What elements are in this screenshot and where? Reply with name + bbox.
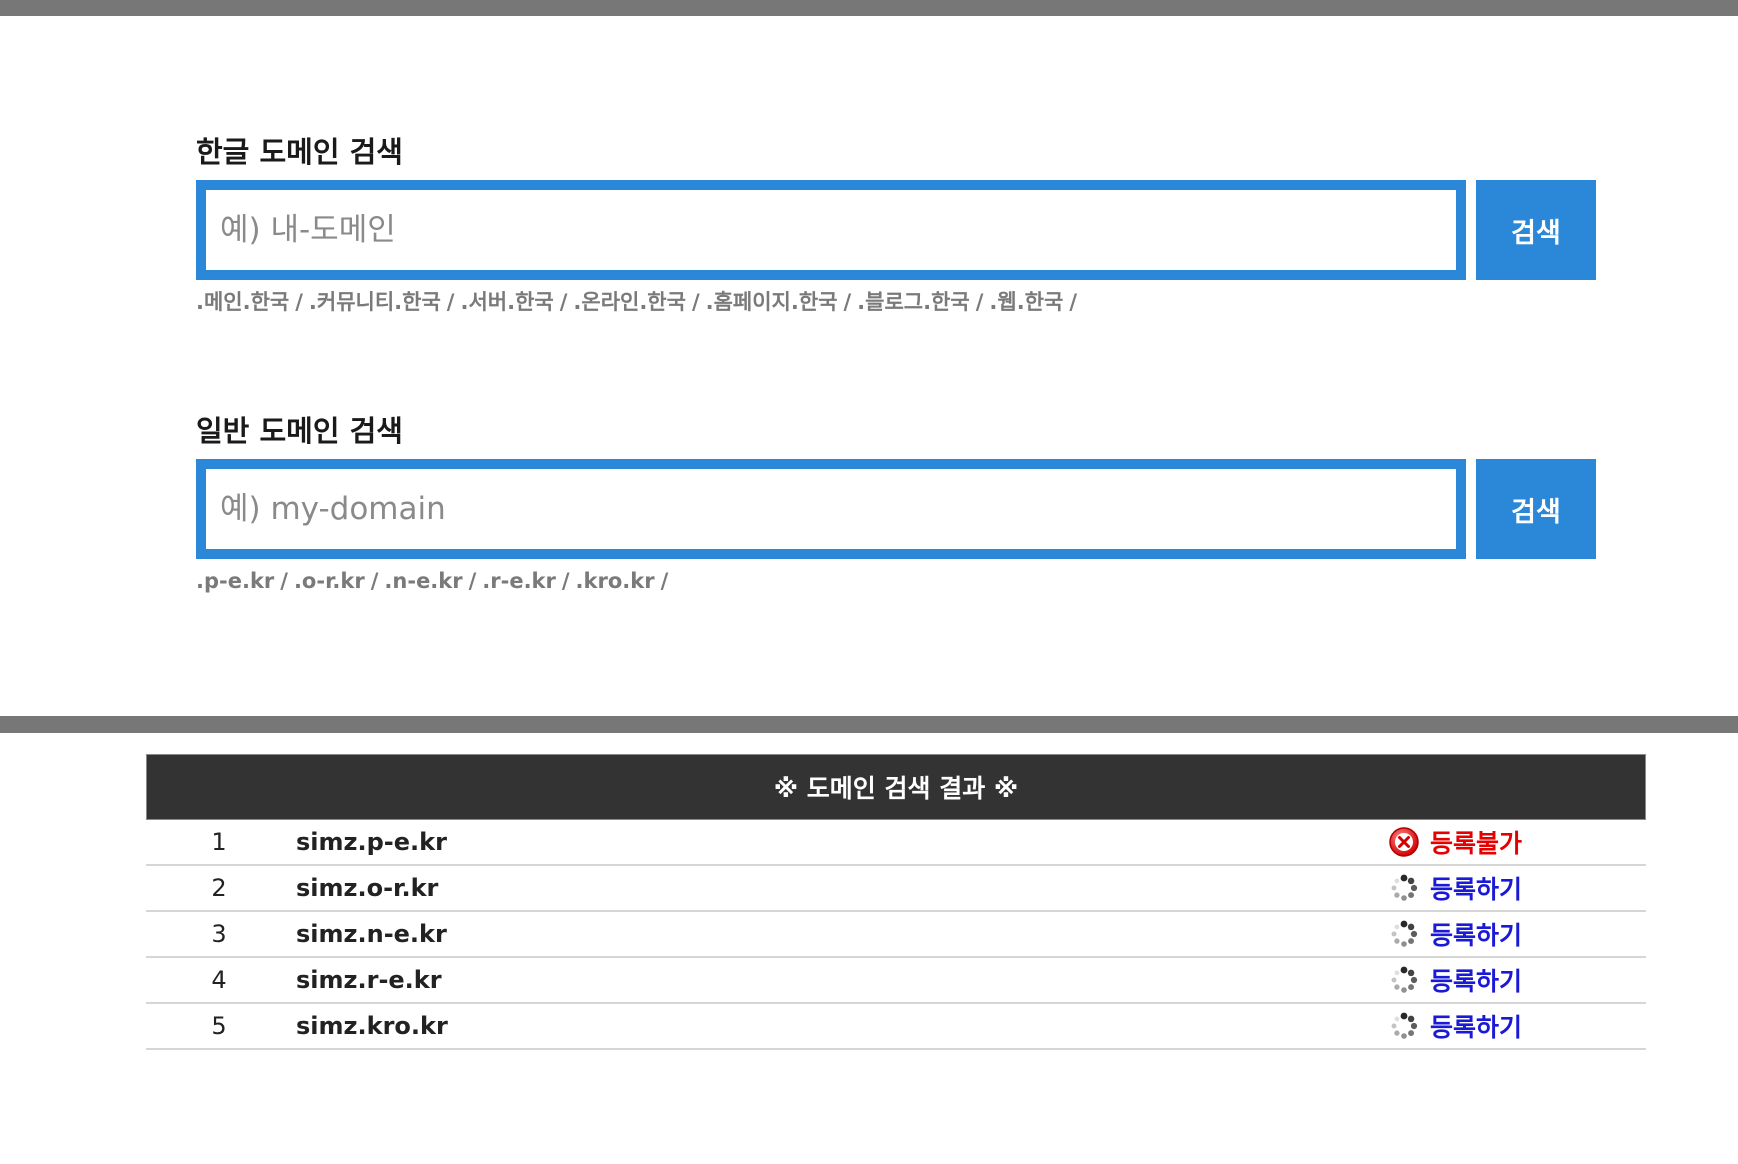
tld-link[interactable]: .n-e.kr [384, 569, 462, 593]
tld-separator: / [370, 569, 379, 593]
row-number: 1 [211, 828, 227, 856]
status-label[interactable]: 등록하기 [1430, 962, 1522, 998]
table-row: 5 simz.kro.kr 등록하기 [146, 1004, 1646, 1050]
register-link[interactable]: 등록하기 [1388, 870, 1522, 906]
tld-link[interactable]: .p-e.kr [196, 569, 274, 593]
table-row: 4 simz.r-e.kr 등록하기 [146, 958, 1646, 1004]
korean-tld-list: .메인.한국 / .커뮤니티.한국 / .서버.한국 / .온라인.한국 / .홈페이지.한국 /… [196, 286, 1596, 318]
tld-separator: / [561, 569, 570, 593]
table-row: 1 simz.p-e.kr 등록불가 [146, 820, 1646, 866]
search-input-frame [196, 180, 1466, 280]
tld-link[interactable]: .웹.한국 [989, 290, 1063, 314]
tld-link[interactable]: .r-e.kr [482, 569, 556, 593]
tld-separator: / [660, 569, 669, 593]
tld-separator: / [691, 290, 700, 314]
table-row: 3 simz.n-e.kr 등록하기 [146, 912, 1646, 958]
tld-separator: / [843, 290, 852, 314]
general-domain-search-input[interactable] [206, 469, 1456, 549]
search-input-frame [196, 459, 1466, 559]
domain-name: simz.r-e.kr [296, 966, 442, 994]
row-number: 5 [211, 1012, 227, 1040]
register-link[interactable]: 등록하기 [1388, 916, 1522, 952]
general-tld-list: .p-e.kr / .o-r.kr / .n-e.kr / .r-e.kr / .kro.kr / [196, 565, 1596, 597]
tld-separator: / [559, 290, 568, 314]
status-label: 등록불가 [1430, 829, 1523, 858]
tld-link[interactable]: .o-r.kr [294, 569, 365, 593]
domain-name: simz.n-e.kr [296, 920, 447, 948]
korean-domain-search-input[interactable] [206, 190, 1456, 270]
loading-spinner-icon [1388, 872, 1420, 904]
results-header: ※ 도메인 검색 결과 ※ [146, 754, 1646, 820]
row-number: 2 [211, 874, 227, 902]
row-number: 4 [211, 966, 227, 994]
tld-link[interactable]: .메인.한국 [196, 290, 289, 314]
domain-name: simz.o-r.kr [296, 874, 439, 902]
tld-link[interactable]: .kro.kr [576, 569, 655, 593]
table-row: 2 simz.o-r.kr 등록하기 [146, 866, 1646, 912]
status-unavailable: 등록불가 [1388, 824, 1522, 860]
register-link[interactable]: 등록하기 [1388, 962, 1522, 998]
loading-spinner-icon [1388, 918, 1420, 950]
tld-link[interactable]: .서버.한국 [460, 290, 553, 314]
footer-partial-heading [0, 1140, 1738, 1164]
tld-link[interactable]: .홈페이지.한국 [706, 290, 838, 314]
top-divider-bar [0, 0, 1738, 16]
tld-separator: / [1069, 290, 1077, 314]
error-icon [1388, 826, 1420, 858]
loading-spinner-icon [1388, 964, 1420, 996]
domain-name: simz.kro.kr [296, 1012, 448, 1040]
domain-name: simz.p-e.kr [296, 828, 447, 856]
korean-search-button[interactable]: 검색 [1476, 180, 1596, 280]
domain-results-table: ※ 도메인 검색 결과 ※ 1 simz.p-e.kr 등록불가 2 simz.o-r.… [146, 754, 1646, 1050]
tld-link[interactable]: .온라인.한국 [573, 290, 686, 314]
row-number: 3 [211, 920, 227, 948]
tld-separator: / [975, 290, 984, 314]
section-title: 일반 도메인 검색 [196, 414, 403, 448]
section-title: 한글 도메인 검색 [196, 135, 403, 169]
tld-link[interactable]: .커뮤니티.한국 [309, 290, 441, 314]
status-label[interactable]: 등록하기 [1430, 916, 1522, 952]
loading-spinner-icon [1388, 1010, 1420, 1042]
tld-separator: / [280, 569, 288, 593]
general-domain-search: 일반 도메인 검색 검색 .p-e.kr/.o-r.kr/.n-e.kr/.r-… [196, 409, 1596, 597]
tld-separator: / [295, 290, 303, 314]
section-divider-bar [0, 716, 1738, 733]
register-link[interactable]: 등록하기 [1388, 1008, 1522, 1044]
status-label[interactable]: 등록하기 [1430, 870, 1522, 906]
status-label[interactable]: 등록하기 [1430, 1008, 1522, 1044]
general-search-button[interactable]: 검색 [1476, 459, 1596, 559]
search-row: 검색 [196, 180, 1596, 280]
search-row: 검색 [196, 459, 1596, 559]
korean-domain-search: 한글 도메인 검색 검색 .메인.한국/.커뮤니티.한국/.서버.한국/.온라인… [196, 130, 1596, 318]
tld-link[interactable]: .블로그.한국 [857, 290, 970, 314]
results-body: 1 simz.p-e.kr 등록불가 2 simz.o-r.kr 등록하기 3 simz.n-… [146, 820, 1646, 1050]
tld-separator: / [446, 290, 455, 314]
tld-separator: / [468, 569, 477, 593]
